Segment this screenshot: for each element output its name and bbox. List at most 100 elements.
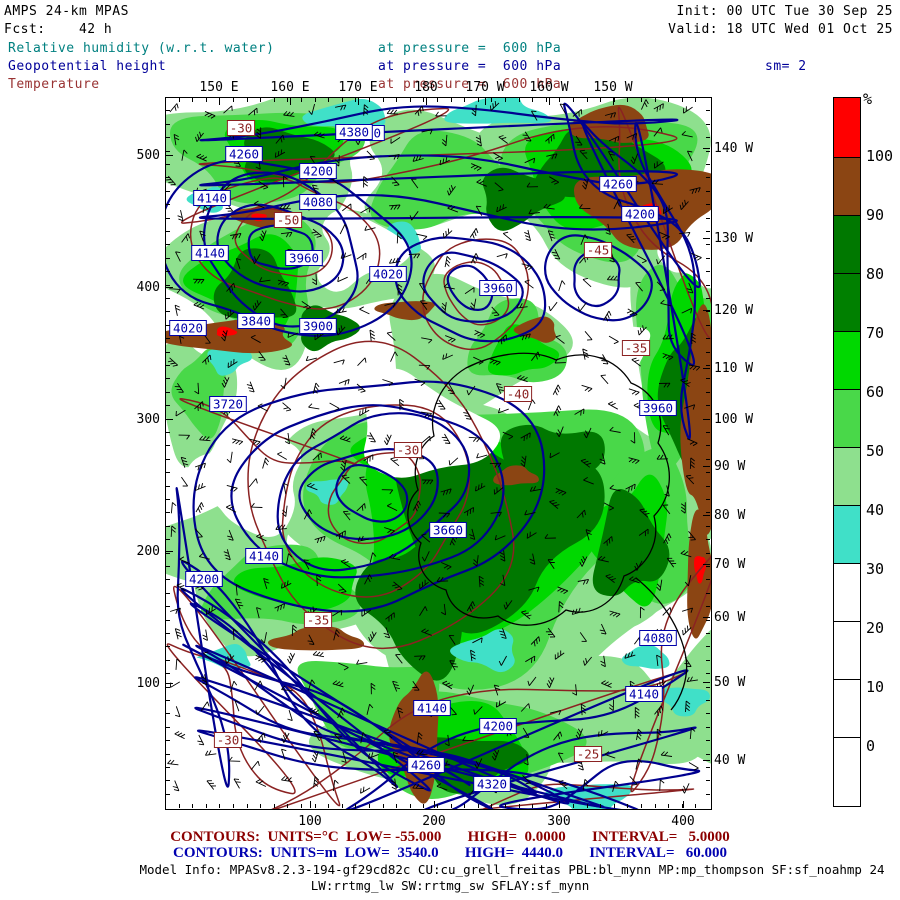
minor-tick — [682, 804, 683, 808]
field-label-rh: Relative humidity (w.r.t. water) — [8, 42, 274, 56]
contour-label: 4200 — [625, 207, 655, 222]
minor-tick — [260, 804, 261, 808]
minor-tick — [706, 566, 710, 567]
minor-tick — [166, 512, 170, 513]
minor-tick — [573, 98, 574, 102]
minor-tick — [478, 804, 479, 808]
minor-tick — [423, 98, 424, 102]
colorbar-tick-label: 50 — [866, 442, 884, 460]
colorbar-segment — [834, 98, 860, 157]
contour-label: 3720 — [213, 397, 243, 412]
minor-tick — [600, 98, 601, 102]
minor-tick — [166, 365, 170, 366]
minor-tick — [166, 191, 170, 192]
valid-time: Valid: 18 UTC Wed 01 Oct 25 — [668, 23, 893, 37]
minor-tick — [166, 486, 170, 487]
colorbar-tick-label: 80 — [866, 265, 884, 283]
contour-label: 4080 — [643, 631, 673, 646]
axis-label-bottom: 200 — [422, 814, 445, 829]
axis-label-right: 70 W — [714, 557, 745, 572]
minor-tick — [706, 365, 710, 366]
minor-tick — [706, 298, 710, 299]
minor-tick — [706, 687, 710, 688]
minor-tick — [166, 660, 170, 661]
minor-tick — [233, 804, 234, 808]
minor-tick — [706, 151, 710, 152]
axis-tick — [166, 287, 173, 288]
axis-tick — [703, 564, 710, 565]
minor-tick — [641, 98, 642, 102]
axis-tick — [703, 466, 710, 467]
minor-tick — [166, 780, 170, 781]
minor-tick — [706, 110, 710, 111]
minor-tick — [166, 338, 170, 339]
minor-tick — [614, 804, 615, 808]
minor-tick — [166, 499, 170, 500]
minor-tick — [706, 780, 710, 781]
colorbar-segment — [834, 621, 860, 679]
minor-tick — [166, 459, 170, 460]
colorbar-tick-label: 90 — [866, 206, 884, 224]
minor-tick — [166, 526, 170, 527]
minor-tick — [396, 804, 397, 808]
minor-tick — [706, 285, 710, 286]
axis-label-left: 200 — [126, 544, 160, 559]
contour-label: 4260 — [411, 758, 441, 773]
axis-tick — [703, 368, 710, 369]
colorbar — [833, 97, 861, 807]
minor-tick — [706, 311, 710, 312]
axis-tick — [166, 551, 173, 552]
minor-tick — [706, 231, 710, 232]
minor-tick — [166, 204, 170, 205]
minor-tick — [383, 804, 384, 808]
contour-label: 3960 — [289, 251, 319, 266]
minor-tick — [641, 804, 642, 808]
minor-tick — [166, 271, 170, 272]
minor-tick — [166, 378, 170, 379]
minor-tick — [706, 177, 710, 178]
colorbar-tick-label: 40 — [866, 501, 884, 519]
contour-label: 4200 — [189, 572, 219, 587]
minor-tick — [166, 258, 170, 259]
minor-tick — [706, 620, 710, 621]
axis-label-bottom: 100 — [298, 814, 321, 829]
minor-tick — [287, 804, 288, 808]
axis-label-top: 160 E — [270, 80, 309, 95]
minor-tick — [437, 804, 438, 808]
minor-tick — [491, 98, 492, 102]
contour-label: -30 — [230, 121, 253, 136]
colorbar-segment — [834, 505, 860, 563]
minor-tick — [166, 151, 170, 152]
minor-tick — [166, 137, 170, 138]
minor-tick — [342, 98, 343, 102]
contour-label: 4020 — [173, 321, 203, 336]
colorbar-segment — [834, 737, 860, 795]
axis-label-right: 130 W — [714, 231, 753, 246]
minor-tick — [706, 727, 710, 728]
minor-tick — [706, 325, 710, 326]
minor-tick — [166, 432, 170, 433]
axis-label-bottom: 300 — [547, 814, 570, 829]
axis-label-left: 300 — [126, 412, 160, 427]
contour-label: 4200 — [303, 164, 333, 179]
minor-tick — [706, 445, 710, 446]
contour-label: -35 — [307, 613, 330, 628]
minor-tick — [706, 378, 710, 379]
minor-tick — [706, 633, 710, 634]
minor-tick — [706, 700, 710, 701]
contour-label: 4080 — [303, 195, 333, 210]
minor-tick — [668, 98, 669, 102]
axis-label-top: 170 E — [338, 80, 377, 95]
colorbar-segment — [834, 215, 860, 273]
field-label-height: Geopotential height — [8, 60, 166, 74]
contour-label: 3840 — [241, 314, 271, 329]
colorbar-segment — [834, 273, 860, 331]
minor-tick — [491, 804, 492, 808]
minor-tick — [315, 804, 316, 808]
minor-tick — [559, 98, 560, 102]
minor-tick — [166, 298, 170, 299]
contour-label: 3660 — [433, 523, 463, 538]
minor-tick — [706, 352, 710, 353]
minor-tick — [355, 98, 356, 102]
axis-tick — [703, 238, 710, 239]
